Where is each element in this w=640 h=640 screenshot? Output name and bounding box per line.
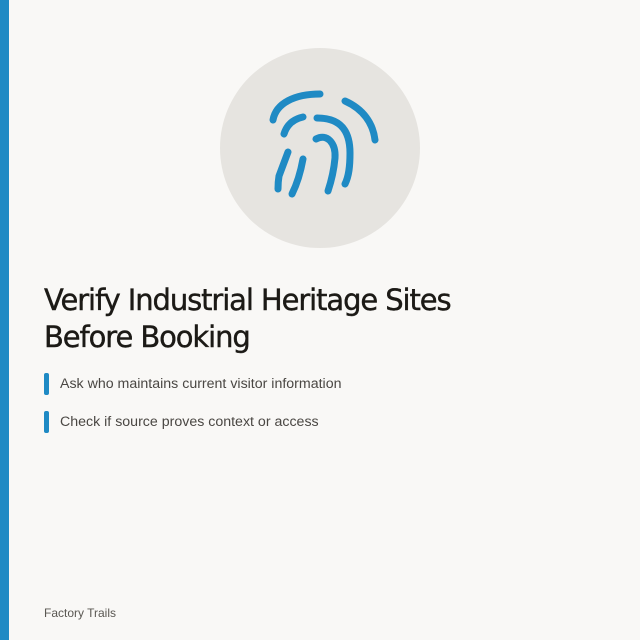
tip-bullet-bar: [44, 411, 49, 433]
tip-text: Ask who maintains current visitor inform…: [60, 376, 342, 392]
fingerprint-icon: [269, 90, 379, 198]
tip-item: Ask who maintains current visitor inform…: [44, 373, 564, 395]
left-accent-bar: [0, 0, 9, 640]
page-title-line-1: Verify Industrial Heritage Sites: [44, 283, 452, 317]
page-title-line-2: Before Booking: [44, 320, 251, 354]
tip-bullet-bar: [44, 373, 49, 395]
footer-brand-name: Factory Trails: [44, 606, 117, 620]
tip-text: Check if source proves context or access: [60, 414, 319, 430]
hero-icon-circle: [220, 48, 420, 248]
page-title: Verify Industrial Heritage Sites Before …: [44, 282, 564, 356]
tip-item: Check if source proves context or access: [44, 411, 564, 433]
